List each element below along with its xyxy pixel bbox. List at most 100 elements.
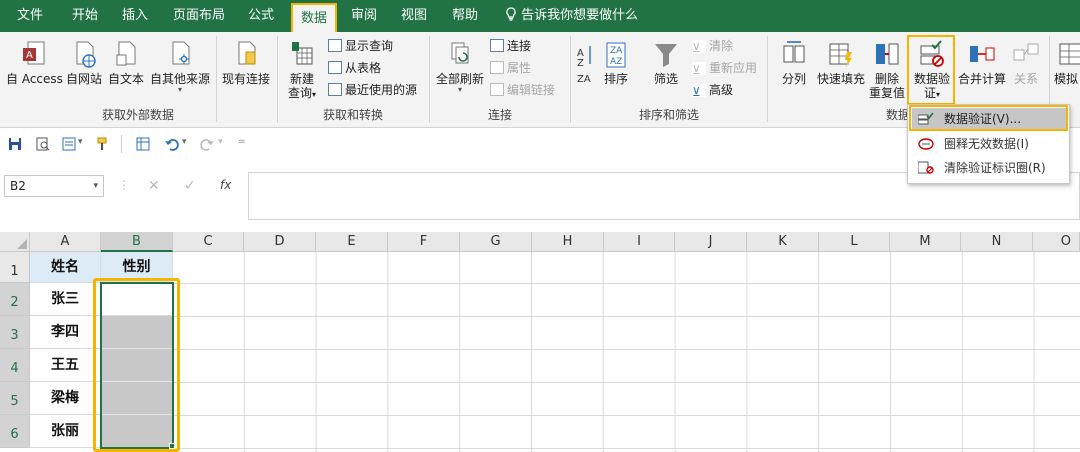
column-header-l[interactable]: L (819, 232, 890, 252)
column-header-o[interactable]: O (1033, 232, 1080, 252)
row-header-3[interactable]: 3 (0, 316, 30, 349)
cell-a4[interactable]: 王五 (30, 349, 101, 382)
text-to-columns-button[interactable]: 分列 (776, 40, 812, 86)
from-text-button[interactable]: 自文本 (106, 40, 146, 86)
edit-links-icon (490, 83, 504, 96)
tab-review[interactable]: 审阅 (351, 0, 377, 32)
chevron-down-icon[interactable]: ▾ (93, 176, 98, 196)
reapply-button[interactable]: ⊻ 重新应用 (692, 60, 758, 77)
menu-item-circle-invalid[interactable]: 圈释无效数据(I) (912, 133, 1066, 155)
tab-page-layout[interactable]: 页面布局 (173, 0, 225, 32)
show-queries-button[interactable]: 显示查询 (328, 38, 393, 54)
redo-icon[interactable] (199, 136, 215, 152)
table-icon (328, 39, 342, 52)
circle-invalid-icon (918, 138, 934, 150)
from-web-button[interactable]: 自网站 (64, 40, 104, 86)
column-header-d[interactable]: D (244, 232, 316, 252)
properties-button[interactable]: 属性 (490, 60, 531, 76)
row-header-1[interactable]: 1 (0, 252, 30, 283)
pivot-table-icon[interactable] (136, 137, 150, 151)
sort-az-button[interactable]: A Z ZA (576, 42, 596, 89)
save-icon[interactable] (8, 137, 22, 151)
empty-cells[interactable] (173, 252, 1080, 452)
advanced-filter-icon: ⊻ (692, 84, 706, 99)
tab-view[interactable]: 视图 (401, 0, 427, 32)
tab-file[interactable]: 文件 (17, 0, 43, 32)
existing-connections-label: 现有连接 (221, 72, 270, 86)
tab-insert[interactable]: 插入 (122, 0, 148, 32)
refresh-icon (451, 42, 469, 64)
tell-me-box[interactable]: 告诉我你想要做什么 (505, 0, 638, 32)
row-header-2[interactable]: 2 (0, 283, 30, 316)
select-all-corner[interactable] (0, 232, 30, 252)
properties-label: 属性 (507, 61, 532, 75)
other-sources-icon (172, 41, 190, 65)
filter-label: 筛选 (653, 72, 678, 86)
filter-button[interactable]: 筛选 (646, 40, 686, 86)
from-access-button[interactable]: A 自 Access (6, 40, 63, 86)
chevron-down-icon: ▾ (312, 90, 317, 99)
chevron-down-icon[interactable]: ▾ (218, 137, 223, 147)
tab-help[interactable]: 帮助 (452, 0, 478, 32)
column-header-k[interactable]: K (747, 232, 819, 252)
clear-filter-button[interactable]: ⊻ 清除 (692, 38, 733, 55)
edit-links-button[interactable]: 编辑链接 (490, 82, 555, 98)
column-header-g[interactable]: G (460, 232, 532, 252)
cell-a2[interactable]: 张三 (30, 283, 101, 316)
sort-icon: ZAAZ (606, 42, 626, 68)
name-box[interactable]: B2 ▾ (4, 175, 104, 197)
row-header-6[interactable]: 6 (0, 415, 30, 448)
column-header-b[interactable]: B (101, 232, 173, 252)
cell-a3[interactable]: 李四 (30, 316, 101, 349)
whatif-button[interactable]: 模拟 (1054, 40, 1080, 86)
cell-a5[interactable]: 梁梅 (30, 382, 101, 415)
advanced-filter-button[interactable]: ⊻ 高级 (692, 82, 733, 99)
cell-a6[interactable]: 张丽 (30, 415, 101, 448)
column-header-e[interactable]: E (316, 232, 388, 252)
connections-button[interactable]: 连接 (490, 38, 531, 54)
filter-funnel-icon (655, 44, 677, 67)
consolidate-button[interactable]: 合并计算 (956, 40, 1008, 86)
cell-a1[interactable]: 姓名 (30, 252, 101, 283)
column-header-a[interactable]: A (30, 232, 101, 252)
from-table-button[interactable]: 从表格 (328, 60, 381, 76)
customize-toolbar-icon[interactable]: = (238, 137, 246, 147)
existing-connections-button[interactable]: 现有连接 (220, 40, 272, 86)
print-preview-icon[interactable] (36, 137, 50, 151)
chevron-down-icon[interactable]: ▾ (182, 137, 187, 147)
flash-fill-button[interactable]: 快速填充 (815, 40, 867, 86)
cancel-icon[interactable]: ✕ (148, 178, 160, 194)
tab-home[interactable]: 开始 (72, 0, 98, 32)
tab-data[interactable]: 数据 (291, 3, 337, 32)
column-header-i[interactable]: I (604, 232, 675, 252)
new-query-icon (292, 42, 313, 65)
column-header-h[interactable]: H (532, 232, 604, 252)
column-header-n[interactable]: N (961, 232, 1033, 252)
column-header-f[interactable]: F (388, 232, 460, 252)
new-query-button[interactable]: 新建 查询▾ (282, 40, 322, 102)
reapply-label: 重新应用 (709, 61, 758, 75)
refresh-all-button[interactable]: 全部刷新 ▾ (435, 40, 485, 94)
sort-button[interactable]: ZA AZ 排序 (598, 40, 634, 86)
remove-duplicates-button[interactable]: 删除 重复值 (868, 40, 906, 100)
row-header-4[interactable]: 4 (0, 349, 30, 382)
function-icon[interactable]: fx (220, 178, 231, 192)
undo-icon[interactable] (164, 136, 180, 152)
menu-item-clear-circles[interactable]: 清除验证标识圈(R) (912, 157, 1066, 179)
from-other-sources-button[interactable]: 自其他来源 ▾ (148, 40, 212, 94)
web-icon (76, 41, 96, 68)
column-header-m[interactable]: M (890, 232, 961, 252)
tab-formulas[interactable]: 公式 (248, 0, 274, 32)
row-header-5[interactable]: 5 (0, 382, 30, 415)
group-label-get-transform: 获取和转换 (322, 108, 383, 122)
recent-sources-button[interactable]: 最近使用的源 (328, 82, 417, 98)
column-header-c[interactable]: C (173, 232, 244, 252)
relationships-button[interactable]: 关系 (1010, 40, 1042, 86)
enter-checkmark-icon[interactable]: ✓ (184, 178, 196, 194)
relationships-icon (1013, 43, 1039, 61)
format-painter-icon[interactable] (94, 136, 110, 152)
form-icon[interactable] (62, 137, 76, 151)
text-file-icon (116, 41, 136, 66)
chevron-down-icon[interactable]: ▾ (78, 137, 83, 147)
column-header-j[interactable]: J (675, 232, 747, 252)
